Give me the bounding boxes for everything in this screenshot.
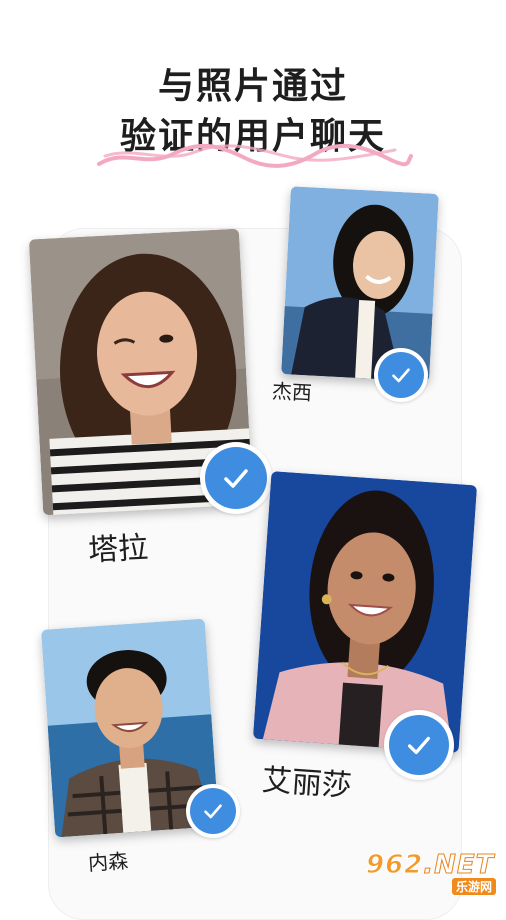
watermark-logo: 962.NET 乐游网	[365, 850, 500, 896]
profile-name-nathan: 内森	[87, 848, 129, 876]
profile-name-jesse: 杰西	[271, 378, 313, 406]
verified-badge-alisha	[384, 710, 454, 780]
verified-badge-jesse	[374, 348, 428, 402]
profile-name-alisha: 艾丽莎	[260, 762, 353, 805]
checkmark-icon	[224, 469, 248, 488]
verified-badge-nathan	[186, 784, 240, 838]
profile-name-tara: 塔拉	[87, 530, 150, 569]
profile-photo-alisha	[252, 471, 478, 753]
checkmark-icon	[407, 736, 431, 755]
watermark-main: 962.NET	[365, 850, 495, 881]
squiggle-underline	[97, 143, 413, 168]
profile-card-alisha[interactable]	[252, 471, 478, 753]
checkmark-icon	[204, 804, 222, 819]
checkmark-icon	[392, 368, 410, 383]
verified-badge-tara	[200, 442, 272, 514]
headline-line-1: 与照片通过	[157, 66, 348, 107]
watermark-sub: 乐游网	[451, 878, 496, 895]
